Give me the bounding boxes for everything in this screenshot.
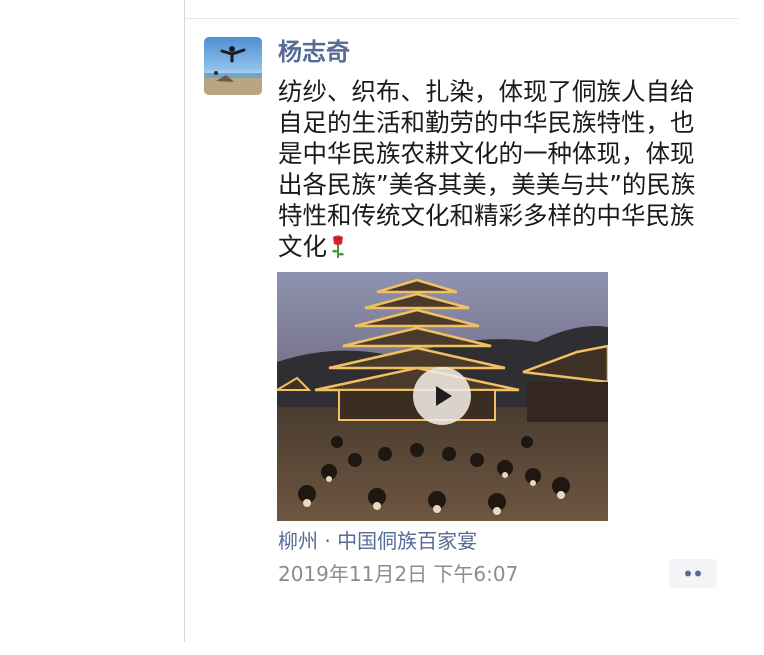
author-name[interactable]: 杨志奇 — [278, 36, 350, 68]
play-button[interactable] — [413, 367, 471, 425]
avatar[interactable] — [204, 37, 262, 95]
play-icon — [436, 386, 452, 406]
rose-icon — [329, 234, 347, 265]
timeline-left-rule — [184, 0, 185, 642]
more-dots-icon — [685, 570, 701, 577]
post-timestamp: 2019年11月2日 下午6:07 — [278, 562, 519, 586]
more-actions-button[interactable] — [669, 559, 717, 588]
post-divider — [186, 18, 738, 19]
video-thumbnail[interactable] — [277, 272, 608, 521]
post-text: 纺纱、织布、扎染，体现了侗族人自给自足的生活和勤劳的中华民族特性，也是中华民族农… — [278, 76, 718, 265]
avatar-photo — [204, 37, 262, 95]
location-link[interactable]: 柳州 · 中国侗族百家宴 — [278, 527, 477, 555]
